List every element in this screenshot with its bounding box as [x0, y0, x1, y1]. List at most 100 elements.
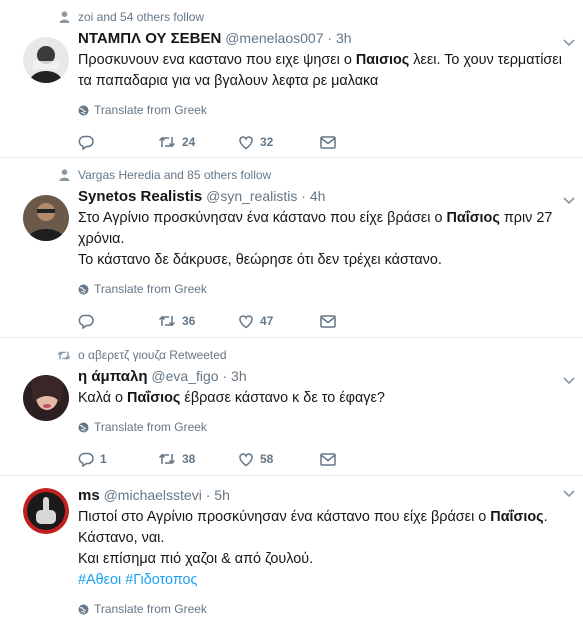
- context-text: zoi and 54 others follow: [78, 10, 205, 24]
- reply-icon: [78, 452, 94, 467]
- text-part: έβρασε κάστανο κ δε το έφαγε?: [180, 390, 385, 406]
- retweet-count: 24: [182, 135, 196, 149]
- heart-icon: [238, 314, 254, 329]
- chevron-down-icon[interactable]: [563, 490, 575, 502]
- text-line: Και επίσημα πιό χαζοι & από ζουλού.: [78, 551, 314, 567]
- text-bold: Παισιος: [355, 52, 410, 68]
- separator-dot: ·: [301, 188, 306, 204]
- globe-icon: [78, 604, 89, 615]
- display-name[interactable]: η άμπαλη: [78, 368, 148, 385]
- display-name[interactable]: Synetos Realistis: [78, 188, 202, 205]
- tweet-header: η άμπαλη @eva_figo · 3h: [78, 367, 567, 386]
- message-button[interactable]: [320, 314, 336, 328]
- tweet-actions: 1 38 58: [78, 450, 567, 468]
- tweet-header: Synetos Realistis @syn_realistis · 4h: [78, 187, 567, 206]
- handle[interactable]: @syn_realistis: [206, 188, 297, 204]
- tweet-text: Καλά ο Παΐσιος έβρασε κάστανο κ δε το έφ…: [78, 388, 567, 409]
- tweet-context: zoi and 54 others follow: [59, 9, 567, 25]
- tweet[interactable]: ms @michaelsstevi · 5h Πιστοί στο Αγρίνι…: [0, 476, 583, 628]
- text-bold: Παΐσιος: [490, 509, 544, 525]
- like-count: 47: [260, 314, 274, 328]
- retweet-icon: [158, 452, 176, 466]
- text-part: .: [543, 509, 548, 525]
- translate-label: Translate from Greek: [94, 602, 207, 616]
- hashtag-links[interactable]: #Αθεοι #Γιδοτοπος: [78, 570, 567, 591]
- reply-button[interactable]: 1: [78, 452, 158, 467]
- globe-icon: [78, 284, 89, 295]
- like-button[interactable]: 47: [238, 314, 320, 329]
- text-bold: Παΐσιος: [127, 390, 181, 406]
- separator-dot: ·: [205, 487, 211, 503]
- text-line: Κάστανο, ναι.: [78, 530, 165, 546]
- display-name[interactable]: ms: [78, 487, 100, 504]
- chevron-down-icon[interactable]: [563, 377, 575, 389]
- separator-dot: ·: [222, 368, 228, 384]
- reply-button[interactable]: [78, 135, 158, 150]
- tweet-text: Στο Αγρίνιο προσκύνησαν ένα κάστανο που …: [78, 208, 567, 271]
- handle[interactable]: @michaelsstevi: [104, 487, 202, 503]
- tweet[interactable]: Vargas Heredia and 85 others follow Syne…: [0, 158, 583, 338]
- timestamp[interactable]: 4h: [310, 188, 326, 204]
- reply-icon: [78, 135, 94, 150]
- timestamp[interactable]: 5h: [214, 487, 230, 503]
- display-name[interactable]: ΝΤΑΜΠΛ ΟΥ ΣΕΒΕΝ: [78, 30, 221, 47]
- translate-label: Translate from Greek: [94, 282, 207, 296]
- translate-link[interactable]: Translate from Greek: [78, 420, 567, 434]
- retweet-count: 36: [182, 314, 196, 328]
- context-text: ο αβερετζ γιουζα Retweeted: [78, 348, 227, 362]
- translate-link[interactable]: Translate from Greek: [78, 103, 567, 117]
- handle[interactable]: @menelaos007: [225, 30, 323, 46]
- tweet-actions: 24 32: [78, 133, 567, 151]
- handle[interactable]: @eva_figo: [151, 368, 218, 384]
- text-part: Στο Αγρίνιο προσκύνησαν ένα κάστανο που …: [78, 210, 447, 226]
- context-text: Vargas Heredia and 85 others follow: [78, 168, 272, 182]
- retweet-button[interactable]: 36: [158, 314, 238, 328]
- tweet-text: Πιστοί στο Αγρίνιο προσκύνησαν ένα κάστα…: [78, 507, 567, 591]
- retweet-count: 38: [182, 452, 196, 466]
- avatar[interactable]: [23, 195, 69, 241]
- reply-icon: [78, 314, 94, 329]
- translate-link[interactable]: Translate from Greek: [78, 282, 567, 296]
- timestamp[interactable]: 3h: [231, 368, 247, 384]
- envelope-icon: [320, 314, 336, 328]
- avatar[interactable]: [23, 488, 69, 534]
- translate-label: Translate from Greek: [94, 420, 207, 434]
- text-bold: Παΐσιος: [446, 210, 500, 226]
- retweet-icon: [158, 314, 176, 328]
- translate-link[interactable]: Translate from Greek: [78, 602, 567, 616]
- globe-icon: [78, 422, 89, 433]
- reply-count: 1: [100, 452, 107, 466]
- tweet-text: Προσκυνουν ενα καστανο που ειχε ψησει ο …: [78, 50, 567, 92]
- tweet[interactable]: ο αβερετζ γιουζα Retweeted η άμπαλη @eva…: [0, 338, 583, 476]
- avatar[interactable]: [23, 37, 69, 83]
- tweet-context: ο αβερετζ γιουζα Retweeted: [57, 347, 567, 363]
- chevron-down-icon[interactable]: [563, 197, 575, 209]
- person-icon: [56, 9, 72, 25]
- text-part: Προσκυνουν ενα καστανο που ειχε ψησει ο: [78, 52, 356, 68]
- retweet-icon: [158, 135, 176, 149]
- avatar[interactable]: [23, 375, 69, 421]
- retweet-button[interactable]: 38: [158, 452, 238, 466]
- like-button[interactable]: 32: [238, 135, 320, 150]
- text-part: Καλά ο: [78, 390, 128, 406]
- envelope-icon: [320, 452, 336, 466]
- reply-button[interactable]: [78, 314, 158, 329]
- message-button[interactable]: [320, 452, 336, 466]
- message-button[interactable]: [320, 135, 336, 149]
- like-button[interactable]: 58: [238, 452, 320, 467]
- heart-icon: [238, 135, 254, 150]
- tweet-actions: 36 47: [78, 312, 567, 330]
- heart-icon: [238, 452, 254, 467]
- chevron-down-icon[interactable]: [563, 39, 575, 51]
- like-count: 32: [260, 135, 274, 149]
- text-line: Το κάστανο δε δάκρυσε, θεώρησε ότι δεν τ…: [78, 252, 442, 268]
- tweet[interactable]: zoi and 54 others follow ΝΤΑΜΠΛ ΟΥ ΣΕΒΕΝ…: [0, 0, 583, 158]
- text-part: Πιστοί στο Αγρίνιο προσκύνησαν ένα κάστα…: [78, 509, 491, 525]
- tweet-context: Vargas Heredia and 85 others follow: [59, 167, 567, 183]
- timestamp[interactable]: 3h: [336, 30, 352, 46]
- envelope-icon: [320, 135, 336, 149]
- separator-dot: ·: [327, 30, 333, 46]
- person-icon: [56, 167, 72, 183]
- retweet-button[interactable]: 24: [158, 135, 238, 149]
- translate-label: Translate from Greek: [94, 103, 207, 117]
